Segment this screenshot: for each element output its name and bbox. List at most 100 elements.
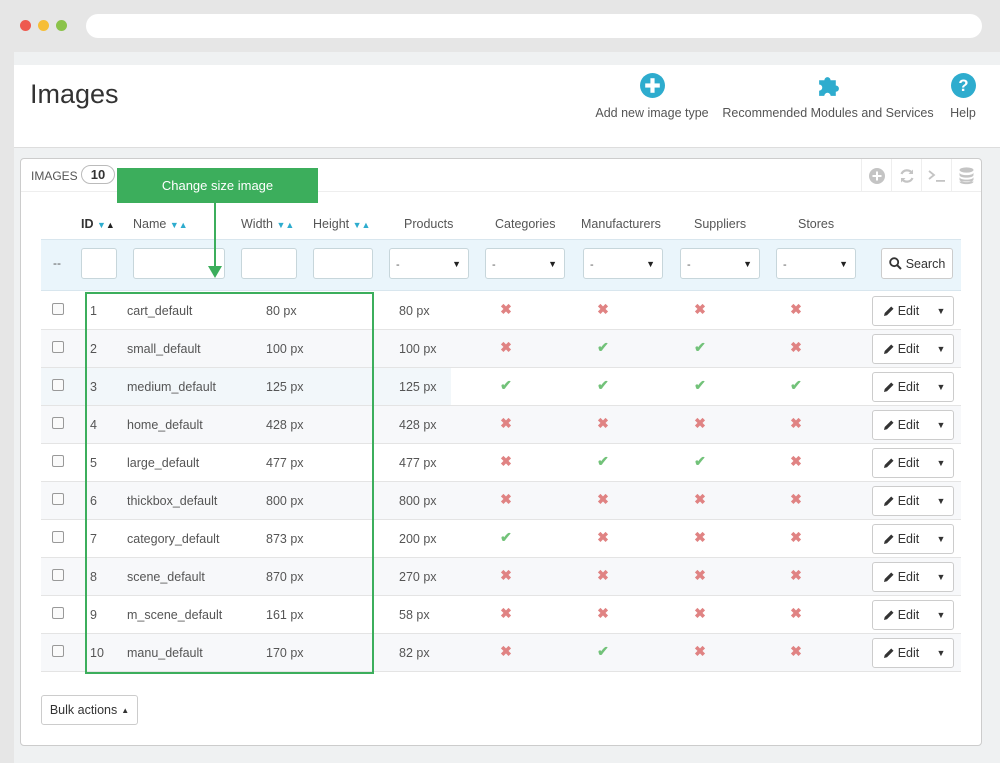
cross-icon[interactable]: ✖ <box>693 605 707 622</box>
cross-icon[interactable]: ✖ <box>693 643 707 660</box>
sort-desc-icon[interactable]: ▼ <box>97 220 106 230</box>
recommended-modules-button[interactable]: Recommended Modules and Services <box>722 73 934 120</box>
check-icon[interactable]: ✔ <box>596 339 610 356</box>
filter-products-select[interactable]: - ▼ <box>389 248 469 279</box>
cross-icon[interactable]: ✖ <box>789 605 803 622</box>
filter-manufacturers-select[interactable]: - ▼ <box>583 248 663 279</box>
sort-desc-icon[interactable]: ▼ <box>170 220 179 230</box>
cross-icon[interactable]: ✖ <box>596 415 610 432</box>
search-button[interactable]: Search <box>881 248 953 279</box>
cross-icon[interactable]: ✖ <box>693 301 707 318</box>
filter-id-input[interactable] <box>81 248 117 279</box>
sort-asc-icon[interactable]: ▲ <box>285 220 294 230</box>
cross-icon[interactable]: ✖ <box>596 567 610 584</box>
window-close-dot[interactable] <box>20 20 31 31</box>
terminal-icon[interactable] <box>921 159 951 192</box>
cross-icon[interactable]: ✖ <box>693 491 707 508</box>
row-actions-dropdown[interactable]: ▼ <box>929 335 953 363</box>
edit-button[interactable]: Edit <box>873 563 929 591</box>
row-checkbox[interactable] <box>52 645 64 657</box>
cross-icon[interactable]: ✖ <box>499 605 513 622</box>
cross-icon[interactable]: ✖ <box>499 491 513 508</box>
row-checkbox[interactable] <box>52 303 64 315</box>
cross-icon[interactable]: ✖ <box>789 643 803 660</box>
check-icon[interactable]: ✔ <box>596 377 610 394</box>
check-icon[interactable]: ✔ <box>789 377 803 394</box>
window-maximize-dot[interactable] <box>56 20 67 31</box>
row-actions-dropdown[interactable]: ▼ <box>929 373 953 401</box>
row-checkbox[interactable] <box>52 379 64 391</box>
cross-icon[interactable]: ✖ <box>789 301 803 318</box>
row-checkbox[interactable] <box>52 569 64 581</box>
help-button[interactable]: ? Help <box>945 73 981 120</box>
row-actions-dropdown[interactable]: ▼ <box>929 525 953 553</box>
add-new-icon[interactable] <box>861 159 891 192</box>
sort-asc-icon[interactable]: ▲ <box>106 220 115 230</box>
cross-icon[interactable]: ✖ <box>499 453 513 470</box>
row-actions-dropdown[interactable]: ▼ <box>929 487 953 515</box>
row-checkbox[interactable] <box>52 455 64 467</box>
check-icon[interactable]: ✔ <box>596 643 610 660</box>
add-image-type-button[interactable]: Add new image type <box>594 73 710 120</box>
cross-icon[interactable]: ✖ <box>789 415 803 432</box>
sort-asc-icon[interactable]: ▲ <box>362 220 371 230</box>
cross-icon[interactable]: ✖ <box>596 605 610 622</box>
cross-icon[interactable]: ✖ <box>499 415 513 432</box>
row-actions-dropdown[interactable]: ▼ <box>929 639 953 667</box>
filter-stores-select[interactable]: - ▼ <box>776 248 856 279</box>
cross-icon[interactable]: ✖ <box>789 491 803 508</box>
row-checkbox[interactable] <box>52 417 64 429</box>
sort-asc-icon[interactable]: ▲ <box>179 220 188 230</box>
database-icon[interactable] <box>951 159 981 192</box>
row-checkbox[interactable] <box>52 493 64 505</box>
cross-icon[interactable]: ✖ <box>789 567 803 584</box>
cross-icon[interactable]: ✖ <box>596 491 610 508</box>
address-bar[interactable] <box>86 14 982 38</box>
edit-button[interactable]: Edit <box>873 601 929 629</box>
cross-icon[interactable]: ✖ <box>789 339 803 356</box>
check-icon[interactable]: ✔ <box>596 453 610 470</box>
cross-icon[interactable]: ✖ <box>789 453 803 470</box>
cross-icon[interactable]: ✖ <box>499 643 513 660</box>
sort-desc-icon[interactable]: ▼ <box>353 220 362 230</box>
filter-height-input[interactable] <box>313 248 373 279</box>
cross-icon[interactable]: ✖ <box>499 339 513 356</box>
caret-down-icon: ▼ <box>936 648 946 658</box>
edit-button[interactable]: Edit <box>873 411 929 439</box>
edit-button[interactable]: Edit <box>873 525 929 553</box>
edit-button[interactable]: Edit <box>873 373 929 401</box>
cross-icon[interactable]: ✖ <box>693 415 707 432</box>
cross-icon[interactable]: ✖ <box>499 301 513 318</box>
cross-icon[interactable]: ✖ <box>499 567 513 584</box>
window-minimize-dot[interactable] <box>38 20 49 31</box>
bulk-actions-button[interactable]: Bulk actions ▲ <box>41 695 138 725</box>
edit-button[interactable]: Edit <box>873 487 929 515</box>
row-actions-dropdown[interactable]: ▼ <box>929 449 953 477</box>
cross-icon[interactable]: ✖ <box>693 567 707 584</box>
row-checkbox[interactable] <box>52 607 64 619</box>
row-checkbox[interactable] <box>52 341 64 353</box>
row-checkbox[interactable] <box>52 531 64 543</box>
cross-icon[interactable]: ✖ <box>789 529 803 546</box>
refresh-icon[interactable] <box>891 159 921 192</box>
check-icon[interactable]: ✔ <box>693 377 707 394</box>
pencil-icon <box>883 496 894 506</box>
edit-button[interactable]: Edit <box>873 639 929 667</box>
edit-button[interactable]: Edit <box>873 297 929 325</box>
row-actions-dropdown[interactable]: ▼ <box>929 411 953 439</box>
cross-icon[interactable]: ✖ <box>596 301 610 318</box>
row-actions-dropdown[interactable]: ▼ <box>929 601 953 629</box>
filter-categories-select[interactable]: - ▼ <box>485 248 565 279</box>
row-actions-dropdown[interactable]: ▼ <box>929 297 953 325</box>
filter-suppliers-select[interactable]: - ▼ <box>680 248 760 279</box>
check-icon[interactable]: ✔ <box>499 377 513 394</box>
cross-icon[interactable]: ✖ <box>693 529 707 546</box>
edit-button[interactable]: Edit <box>873 335 929 363</box>
cross-icon[interactable]: ✖ <box>596 529 610 546</box>
check-icon[interactable]: ✔ <box>693 453 707 470</box>
edit-button[interactable]: Edit <box>873 449 929 477</box>
filter-width-input[interactable] <box>241 248 297 279</box>
check-icon[interactable]: ✔ <box>499 529 513 546</box>
row-actions-dropdown[interactable]: ▼ <box>929 563 953 591</box>
check-icon[interactable]: ✔ <box>693 339 707 356</box>
